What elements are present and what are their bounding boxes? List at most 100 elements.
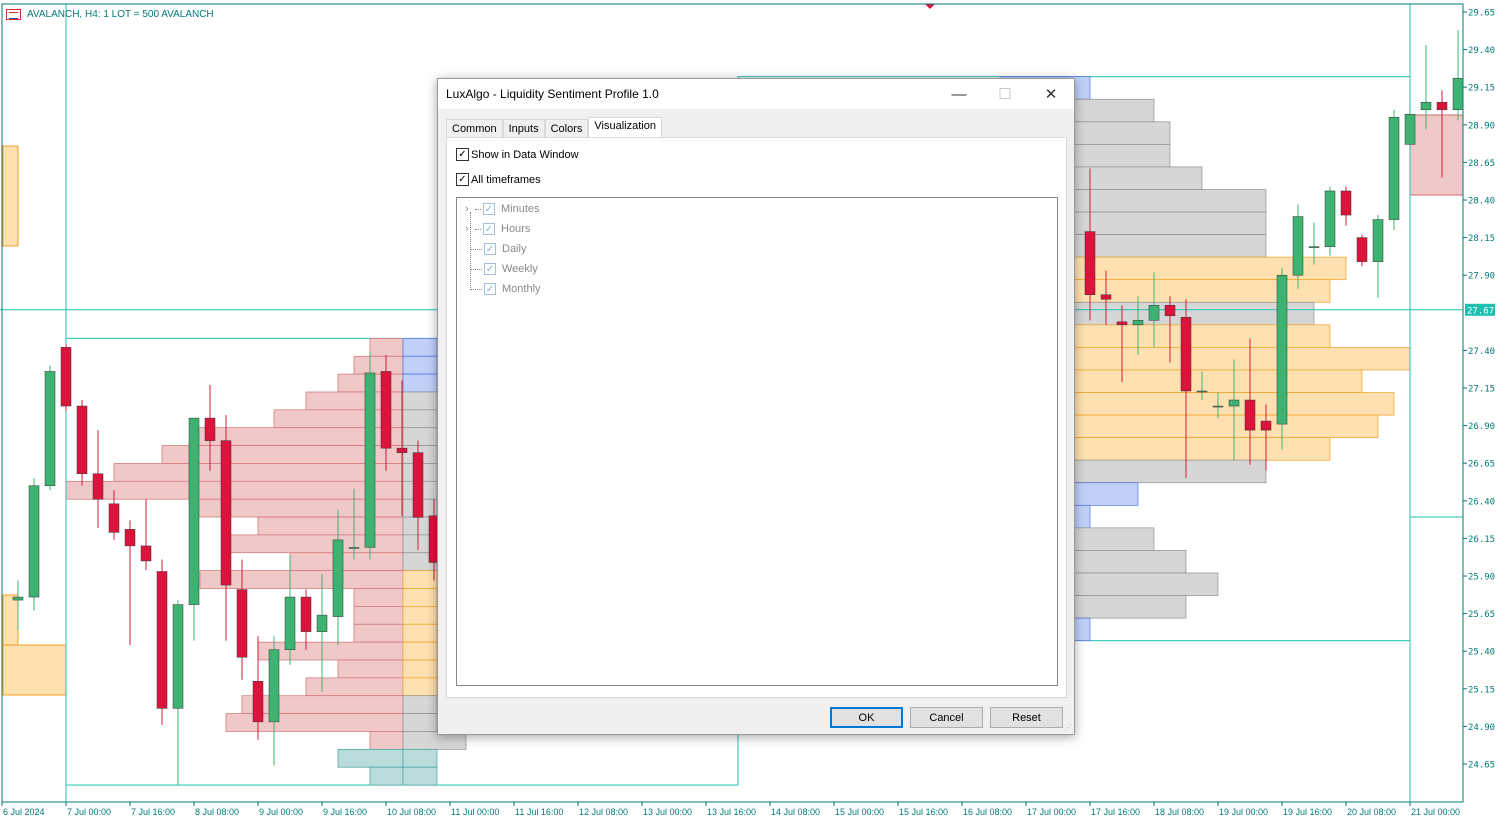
checkbox-checked-icon[interactable]: ✓ [484, 243, 496, 255]
bear-candle [236, 589, 248, 658]
dialog-title: LuxAlgo - Liquidity Sentiment Profile 1.… [446, 87, 659, 101]
bull-candle [1404, 114, 1416, 145]
profile-volume-bar [402, 659, 438, 679]
tab-common[interactable]: Common [446, 119, 503, 139]
bull-candle [28, 485, 40, 598]
profile-volume-bar [402, 570, 438, 589]
price-tick-label: 26.90 [1468, 422, 1495, 432]
time-tick-label: 15 Jul 00:00 [835, 807, 884, 817]
tab-inputs[interactable]: Inputs [502, 119, 545, 139]
sell-volume-bar [337, 659, 404, 679]
sell-volume-bar [113, 463, 404, 482]
profile-volume-bar [402, 748, 438, 768]
profile-volume-bar [402, 606, 438, 625]
show-in-data-window-checkbox[interactable]: ✓ Show in Data Window [456, 148, 579, 161]
symbol-label: AVALANCH, H4: 1 LOT = 500 AVALANCH [6, 9, 214, 20]
price-tick-label: 25.90 [1468, 573, 1495, 583]
time-tick-label: 20 Jul 08:00 [1347, 807, 1396, 817]
time-tick-label: 13 Jul 00:00 [643, 807, 692, 817]
bear-candle [204, 417, 216, 441]
profile-volume-bar [402, 391, 438, 411]
time-tick-label: 7 Jul 00:00 [67, 807, 111, 817]
profile-volume-bar [402, 409, 438, 429]
tree-item-hours[interactable]: › ✓ Hours [465, 219, 530, 239]
all-timeframes-checkbox[interactable]: ✓ All timeframes [456, 173, 541, 186]
sell-volume-bar [369, 731, 404, 750]
bull-candle [1324, 190, 1336, 247]
time-tick-label: 21 Jul 00:00 [1411, 807, 1460, 817]
checkbox-checked-icon[interactable]: ✓ [484, 263, 496, 275]
sell-volume-bar [369, 338, 404, 357]
bull-candle [1212, 405, 1224, 408]
bear-candle [1180, 317, 1192, 392]
tree-item-minutes[interactable]: › ✓ Minutes [465, 199, 540, 219]
time-tick-label: 11 Jul 00:00 [451, 807, 499, 817]
sell-volume-bar [289, 552, 404, 571]
checkbox-checked-icon[interactable]: ✓ [483, 203, 495, 215]
bear-candle [380, 371, 392, 449]
bear-candle [1100, 294, 1112, 300]
price-tick-label: 28.40 [1468, 197, 1495, 207]
dialog-title-bar[interactable]: LuxAlgo - Liquidity Sentiment Profile 1.… [438, 79, 1074, 109]
checkbox-checked-icon: ✓ [456, 173, 469, 186]
bear-candle [1356, 237, 1368, 262]
price-tick-label: 25.15 [1468, 685, 1495, 695]
maximize-button[interactable]: ☐ [982, 79, 1028, 109]
close-button[interactable]: ✕ [1028, 79, 1074, 109]
current-price-label: 27.67 [1467, 306, 1494, 316]
bear-candle [252, 681, 264, 723]
ok-button[interactable]: OK [830, 707, 903, 728]
bull-candle [316, 614, 328, 632]
bear-candle [1340, 190, 1352, 216]
bull-candle [1420, 101, 1432, 111]
bear-candle [1244, 399, 1256, 431]
price-tick-label: 24.65 [1468, 761, 1495, 771]
bull-candle [284, 596, 296, 650]
cancel-button[interactable]: Cancel [910, 707, 983, 728]
resize-grip-icon[interactable]: ⋰ [1064, 723, 1072, 732]
dialog-tabs: Common Inputs Colors Visualization [446, 117, 662, 139]
profile-box [2, 594, 19, 646]
bear-candle [156, 571, 168, 709]
bear-candle [300, 596, 312, 632]
tab-colors[interactable]: Colors [544, 119, 589, 139]
profile-volume-bar [402, 373, 438, 393]
sell-volume-bar [257, 641, 404, 661]
bull-candle [1388, 117, 1400, 220]
price-tick-label: 26.65 [1468, 460, 1495, 470]
price-tick-label: 27.90 [1468, 272, 1495, 282]
price-tick-label: 25.65 [1468, 610, 1495, 620]
tree-item-daily[interactable]: ✓ Daily [470, 239, 526, 259]
time-tick-label: 17 Jul 00:00 [1027, 807, 1076, 817]
tab-visualization[interactable]: Visualization [588, 117, 662, 139]
sell-volume-bar [353, 623, 404, 643]
price-tick-label: 27.15 [1468, 385, 1495, 395]
time-tick-label: 10 Jul 08:00 [387, 807, 436, 817]
sell-volume-bar [257, 516, 404, 536]
profile-volume-bar [402, 713, 438, 732]
tree-item-monthly[interactable]: ✓ Monthly [470, 279, 541, 299]
time-tick-label: 9 Jul 00:00 [259, 807, 303, 817]
bear-candle [1116, 321, 1128, 326]
price-tick-label: 29.65 [1468, 9, 1495, 19]
price-tick-label: 28.90 [1468, 121, 1495, 131]
bear-candle [140, 545, 152, 562]
bull-candle [1132, 320, 1144, 326]
bear-candle [1260, 420, 1272, 431]
sell-volume-bar [225, 713, 404, 732]
time-tick-label: 11 Jul 16:00 [515, 807, 563, 817]
time-tick-label: 18 Jul 08:00 [1155, 807, 1204, 817]
profile-volume-bar [402, 338, 438, 357]
chart-window-icon [6, 9, 21, 20]
time-tick-label: 15 Jul 16:00 [899, 807, 948, 817]
reset-button[interactable]: Reset [990, 707, 1063, 728]
tree-item-weekly[interactable]: ✓ Weekly [470, 259, 538, 279]
minimize-button[interactable]: — [936, 79, 982, 109]
checkbox-checked-icon[interactable]: ✓ [483, 223, 495, 235]
bull-candle [188, 417, 200, 605]
timeframes-tree: › ✓ Minutes › ✓ Hours ✓ Daily ✓ Weekly ✓ Monthl… [456, 197, 1058, 686]
sell-volume-bar [369, 766, 404, 786]
checkbox-checked-icon[interactable]: ✓ [484, 283, 496, 295]
bear-candle [396, 447, 408, 453]
time-tick-label: 12 Jul 08:00 [579, 807, 628, 817]
